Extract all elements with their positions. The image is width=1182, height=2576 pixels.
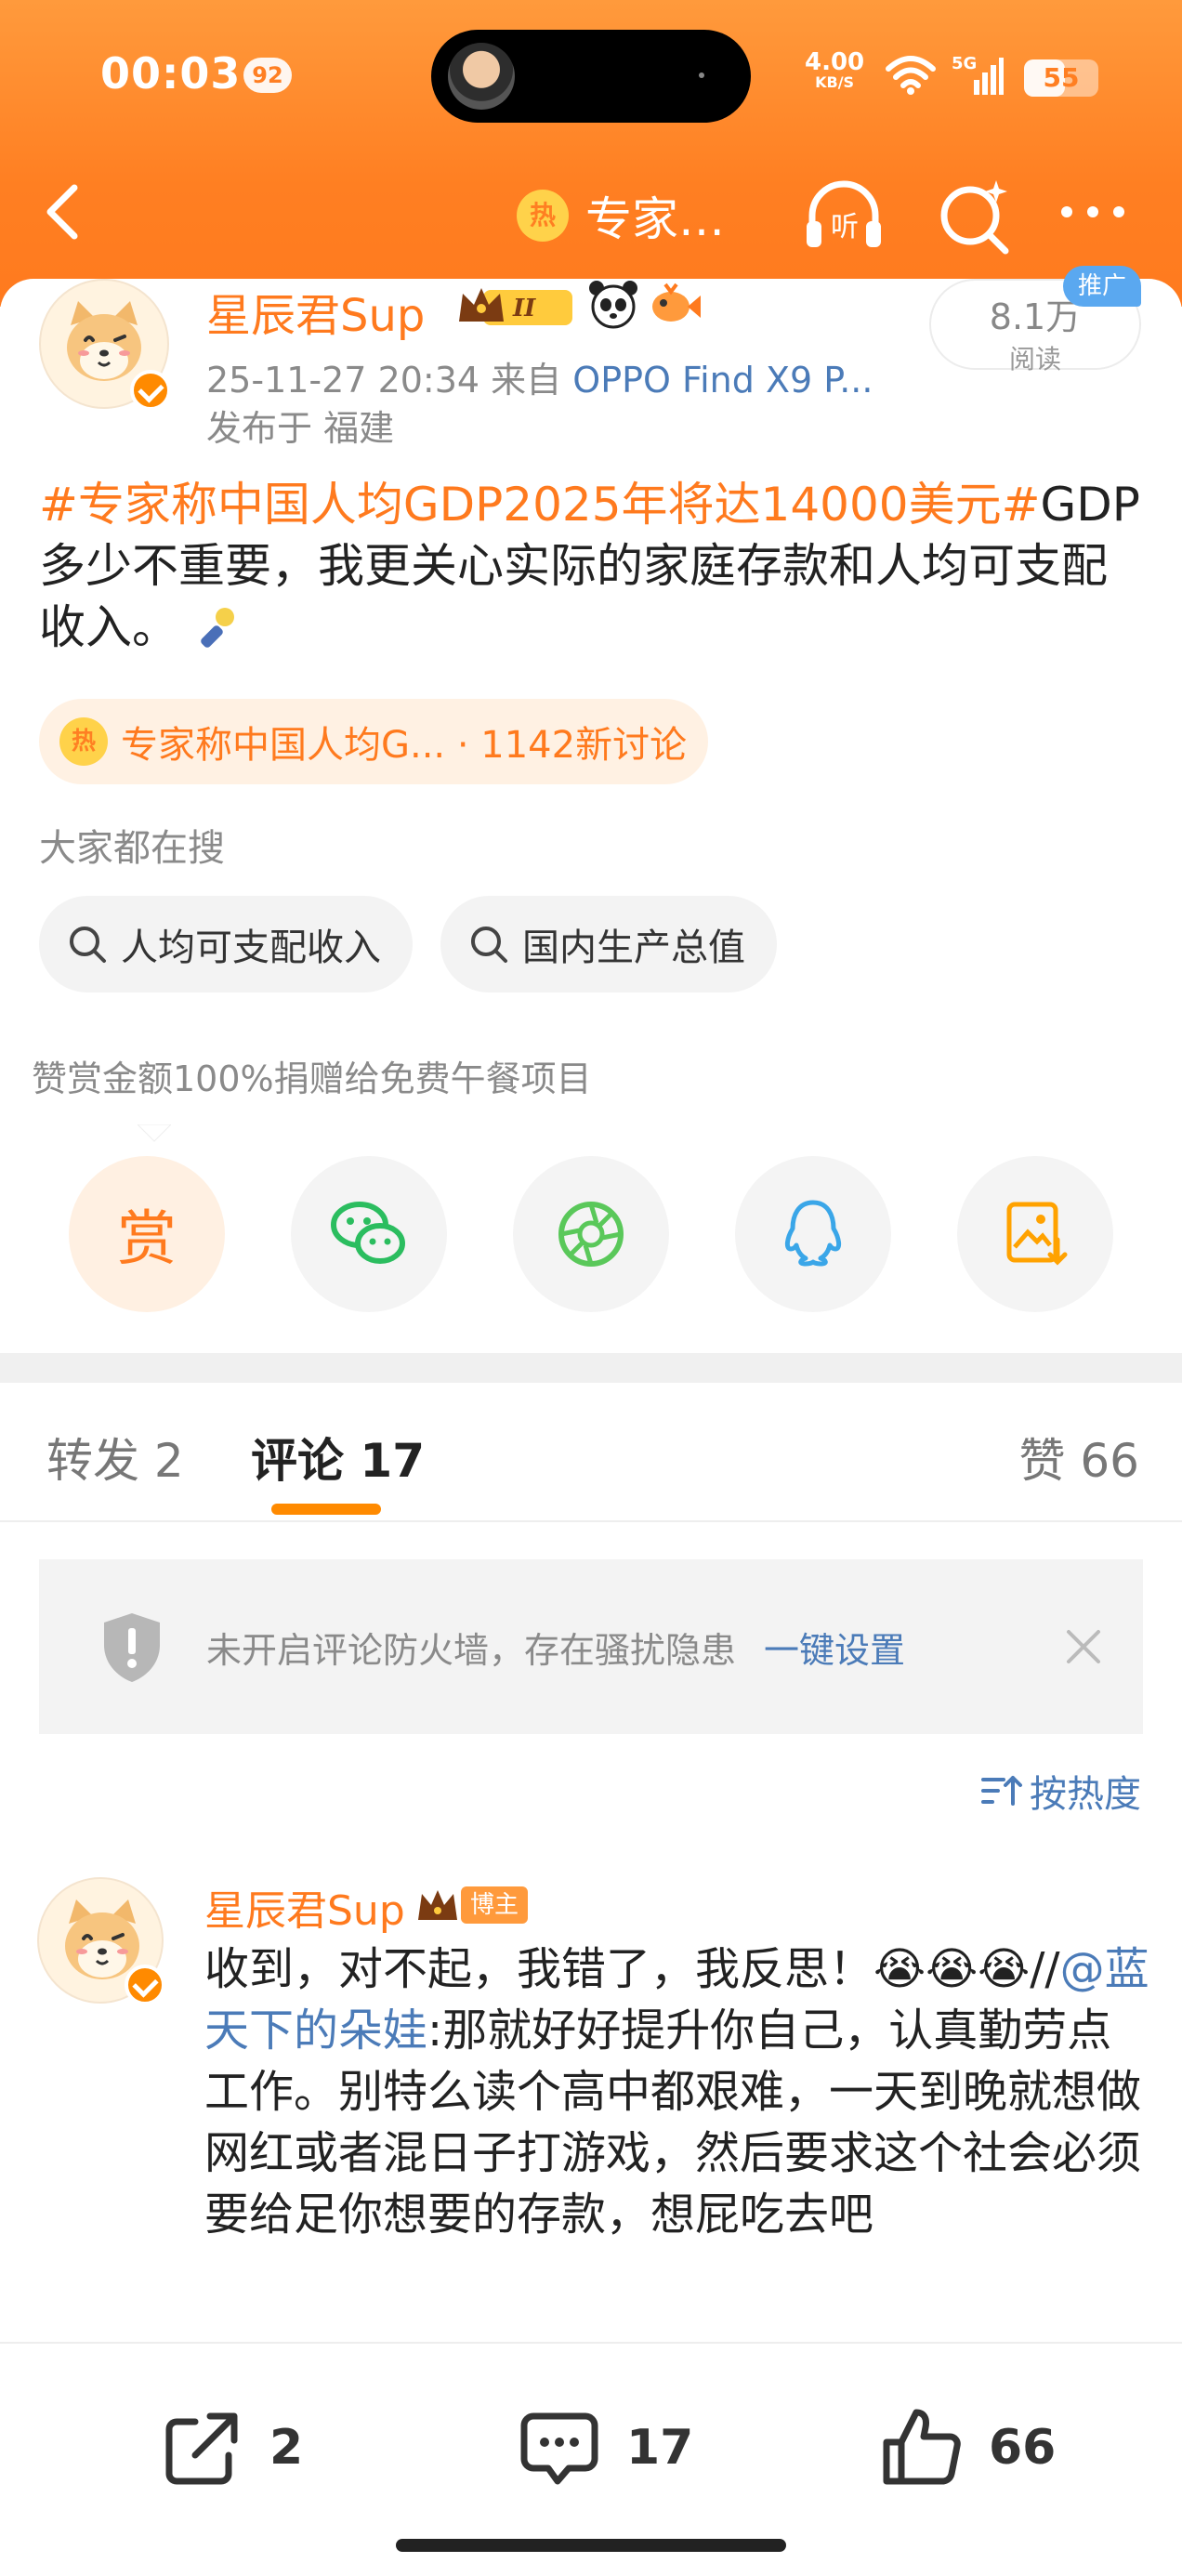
like-count: 66 bbox=[989, 2420, 1057, 2476]
comment-icon bbox=[520, 2412, 598, 2485]
post-location: 发布于 福建 bbox=[206, 408, 395, 449]
search-icon bbox=[70, 927, 106, 963]
svg-text:II: II bbox=[512, 295, 536, 322]
battery-level: 55 bbox=[1043, 62, 1080, 93]
notification-badge: 92 bbox=[243, 58, 292, 93]
interaction-tabs: 转发 2 评论 17 赞 66 bbox=[0, 1383, 1182, 1522]
comment-button[interactable]: 17 bbox=[515, 2403, 693, 2492]
hashtag-link[interactable]: #专家称中国人均GDP2025年将达14000美元# bbox=[39, 478, 1041, 532]
share-icon bbox=[165, 2412, 238, 2485]
net-speed: 4.00 KB/S bbox=[805, 48, 865, 91]
hot-icon: 热 bbox=[517, 190, 569, 242]
reward-button[interactable]: 赏 bbox=[69, 1156, 225, 1312]
like-button[interactable]: 66 bbox=[877, 2403, 1056, 2492]
search-chips: 人均可支配收入 国内生产总值 bbox=[39, 896, 777, 992]
nav-topic[interactable]: 热 专家… bbox=[517, 178, 725, 253]
save-image-button[interactable] bbox=[957, 1156, 1113, 1312]
avatar[interactable] bbox=[39, 279, 171, 411]
repost-count: 2 bbox=[269, 2420, 304, 2476]
wechat-icon bbox=[331, 1202, 405, 1264]
trending-search-label: 大家都在搜 bbox=[39, 827, 225, 870]
author-name[interactable]: 星辰君Sup bbox=[206, 279, 425, 344]
svg-text:听: 听 bbox=[831, 211, 859, 243]
dynamic-island bbox=[431, 30, 751, 123]
battery-icon: 55 bbox=[1024, 59, 1098, 97]
camera-dot bbox=[699, 72, 704, 78]
thumbs-up-icon bbox=[883, 2409, 961, 2485]
section-divider bbox=[0, 1353, 1182, 1383]
post-device[interactable]: OPPO Find X9 P... bbox=[572, 360, 873, 401]
search-spark-icon[interactable] bbox=[935, 171, 1015, 260]
firewall-setup-link[interactable]: 一键设置 bbox=[764, 1622, 905, 1673]
firewall-warning: 未开启评论防火墙，存在骚扰隐患 bbox=[206, 1629, 737, 1671]
tooltip-arrow bbox=[138, 1124, 171, 1142]
panda-badge-icon[interactable] bbox=[587, 279, 639, 331]
clock: 00:03 bbox=[100, 48, 242, 99]
bottom-action-bar: 2 17 66 bbox=[0, 2342, 1182, 2576]
svg-text:5G: 5G bbox=[952, 54, 977, 73]
wifi-icon bbox=[886, 56, 936, 95]
verified-badge-icon bbox=[130, 370, 171, 411]
reward-note: 赞赏金额100%捐赠给免费午餐项目 bbox=[32, 1058, 592, 1099]
moments-share-button[interactable] bbox=[513, 1156, 669, 1312]
comment-text: 收到，对不起，我错了，我反思！😭😭😭//@蓝天下的朵娃:那就好好提升你自己，认真… bbox=[204, 1939, 1152, 2245]
microphone-emoji-icon bbox=[201, 608, 234, 648]
wechat-share-button[interactable] bbox=[291, 1156, 447, 1312]
qq-share-button[interactable] bbox=[735, 1156, 891, 1312]
avatar[interactable] bbox=[37, 1877, 165, 2005]
save-image-icon bbox=[1006, 1202, 1068, 1266]
share-options: 赏 bbox=[69, 1156, 1113, 1312]
listen-icon[interactable]: 听 bbox=[799, 171, 888, 260]
post-text: #专家称中国人均GDP2025年将达14000美元#GDP多少不重要，我更关心实… bbox=[39, 474, 1145, 658]
shield-icon bbox=[104, 1613, 160, 1682]
qq-icon bbox=[784, 1200, 842, 1267]
fish-badge-icon[interactable] bbox=[647, 279, 703, 331]
sort-toggle[interactable]: 按热度 bbox=[979, 1764, 1141, 1818]
more-icon[interactable] bbox=[1056, 193, 1130, 230]
member-crown-icon bbox=[418, 1890, 457, 1920]
post-card: 星辰君Sup II 25-11-27 20:34 来自 OPPO Find X9… bbox=[0, 266, 1182, 1347]
cellular-signal-icon: 5G bbox=[952, 54, 1004, 95]
hot-icon: 热 bbox=[59, 717, 108, 766]
topic-text: 专家称中国人均G... · 1142新讨论 bbox=[121, 724, 688, 767]
sort-icon bbox=[981, 1776, 1022, 1806]
back-icon[interactable] bbox=[37, 167, 93, 260]
close-icon[interactable] bbox=[1063, 1626, 1104, 1667]
post-source-label: 来自 bbox=[491, 360, 562, 401]
nav-title: 专家… bbox=[585, 192, 725, 246]
nav-bar: 热 专家… 听 bbox=[0, 158, 1182, 279]
comment-text-start: 收到，对不起，我错了，我反思！😭😭😭// bbox=[204, 1943, 1060, 1995]
active-tab-indicator bbox=[271, 1504, 381, 1515]
search-chip[interactable]: 国内生产总值 bbox=[440, 896, 777, 992]
tab-like[interactable]: 赞 66 bbox=[1018, 1424, 1139, 1491]
comment-count: 17 bbox=[626, 2420, 694, 2476]
tab-repost[interactable]: 转发 2 bbox=[46, 1424, 184, 1491]
repost-button[interactable]: 2 bbox=[158, 2403, 303, 2492]
sort-label: 按热度 bbox=[1030, 1773, 1141, 1816]
member-crown-icon[interactable]: II bbox=[455, 281, 576, 333]
status-bar: 00:03 92 4.00 KB/S 5G 55 bbox=[0, 0, 1182, 158]
search-chip[interactable]: 人均可支配收入 bbox=[39, 896, 413, 992]
verified-badge-icon bbox=[125, 1965, 165, 2005]
read-label: 阅读 bbox=[1008, 344, 1061, 375]
live-activity-avatar bbox=[448, 43, 515, 110]
blogger-tag: 博主 bbox=[461, 1886, 529, 1924]
search-icon bbox=[471, 927, 507, 963]
search-chip-label: 人均可支配收入 bbox=[121, 927, 381, 969]
comment-firewall-banner: 未开启评论防火墙，存在骚扰隐患 一键设置 bbox=[39, 1559, 1143, 1734]
moments-icon bbox=[558, 1202, 624, 1267]
post-timestamp: 25-11-27 20:34 bbox=[206, 360, 480, 401]
topic-pill[interactable]: 热 专家称中国人均G... · 1142新讨论 bbox=[39, 699, 708, 784]
tab-comment[interactable]: 评论 17 bbox=[251, 1424, 425, 1491]
search-chip-label: 国内生产总值 bbox=[522, 927, 745, 969]
promoted-tag: 推广 bbox=[1063, 266, 1141, 307]
comment-author[interactable]: 星辰君Sup bbox=[204, 1877, 405, 1937]
post-meta: 25-11-27 20:34 来自 OPPO Find X9 P... bbox=[206, 351, 873, 402]
home-indicator[interactable] bbox=[396, 2539, 786, 2552]
